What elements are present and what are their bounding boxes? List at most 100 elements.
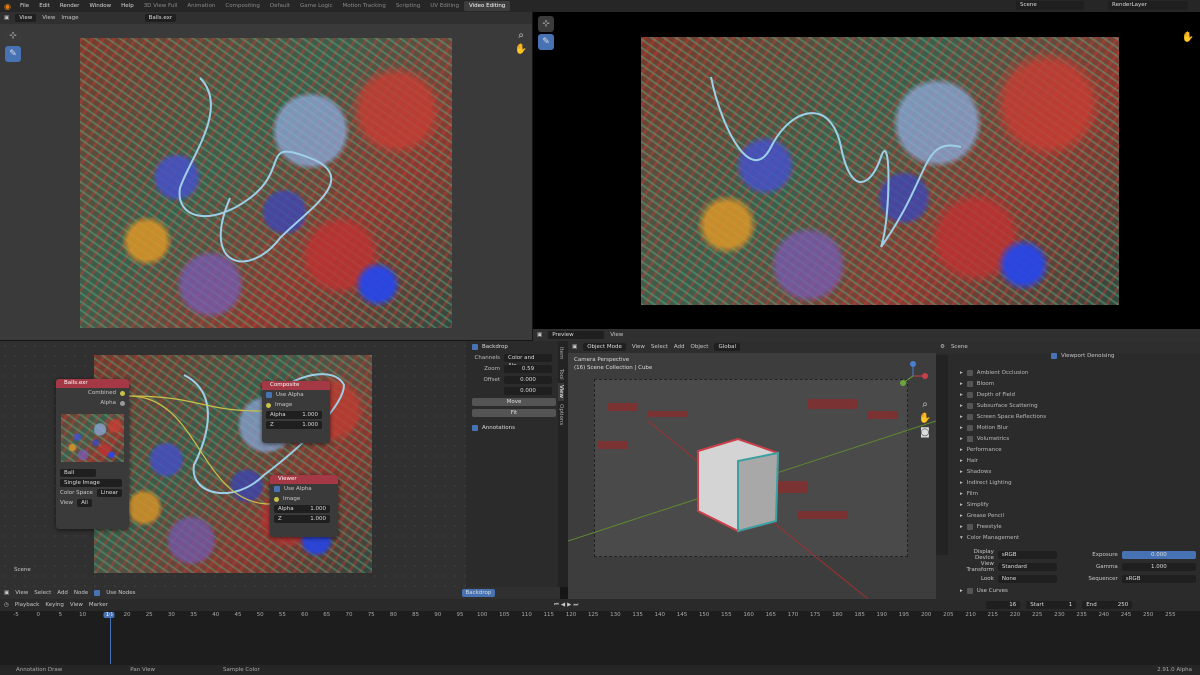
look-dropdown[interactable]: None	[997, 575, 1057, 583]
view-dropdown[interactable]: View	[15, 14, 37, 22]
editor-type-icon[interactable]: ▣	[537, 332, 542, 338]
display-device-dropdown[interactable]: sRGB	[997, 551, 1057, 559]
menu-file[interactable]: File	[15, 3, 34, 9]
socket-icon[interactable]	[120, 390, 125, 396]
scene-name-field[interactable]: Scene	[1016, 1, 1084, 10]
chevron-right-icon[interactable]: ▸	[960, 414, 963, 420]
zoom-icon[interactable]: ⌕	[514, 30, 528, 41]
section-panel[interactable]: ▸ Subsurface Scattering	[954, 400, 1194, 411]
section-panel[interactable]: ▸ Simplify	[954, 499, 1194, 510]
view-dropdown[interactable]: All	[77, 499, 92, 507]
socket-icon[interactable]	[274, 496, 279, 502]
alpha-field[interactable]: Alpha 1.000	[274, 505, 330, 513]
chevron-right-icon[interactable]: ▸	[960, 588, 963, 594]
playback-controls-icon[interactable]: ⏮◀▶⏭	[554, 602, 580, 609]
chevron-right-icon[interactable]: ▸	[960, 392, 963, 398]
menu-help[interactable]: Help	[116, 3, 139, 9]
editor-type-icon[interactable]: ◷	[4, 602, 9, 608]
menu-image[interactable]: Image	[61, 15, 78, 21]
chevron-right-icon[interactable]: ▸	[960, 381, 963, 387]
scene-selector[interactable]: Scene	[1016, 1, 1084, 11]
sample-tool-icon[interactable]: ⊹	[5, 28, 21, 44]
socket-icon[interactable]	[120, 400, 125, 406]
section-panel[interactable]: ▸ Motion Blur	[954, 422, 1194, 433]
color-space-dropdown[interactable]: Linear	[96, 489, 122, 497]
section-panel[interactable]: ▸ Volumetrics	[954, 433, 1194, 444]
menu-window[interactable]: Window	[84, 3, 116, 9]
camera-icon[interactable]: ◙	[918, 427, 932, 438]
section-panel[interactable]: ▸ Bloom	[954, 378, 1194, 389]
pan-hand-icon[interactable]: ✋	[514, 44, 528, 55]
pan-hand-icon[interactable]: ✋	[1181, 32, 1195, 43]
current-frame-field[interactable]: 16	[986, 601, 1021, 609]
chevron-right-icon[interactable]: ▸	[960, 447, 963, 453]
node-editor[interactable]: Balls.exr Combined Alpha Ball Single Ima…	[0, 341, 466, 587]
tab-view[interactable]: View	[558, 383, 564, 401]
section-panel[interactable]: ▸ Grease Pencil	[954, 510, 1194, 521]
annotate-tool-icon[interactable]: ✎	[538, 34, 554, 50]
editor-type-icon[interactable]: ▣	[4, 590, 9, 596]
checkbox-icon[interactable]	[966, 402, 973, 409]
offset-y-field[interactable]: 0.000	[504, 386, 552, 395]
checkbox-icon[interactable]	[966, 424, 973, 431]
tab-workspace[interactable]: Default	[265, 1, 295, 11]
menu-view[interactable]: View	[15, 590, 28, 596]
editor-type-icon[interactable]: ▣	[4, 15, 9, 21]
properties-tabs[interactable]	[936, 355, 948, 555]
zoom-field[interactable]: 0.59	[504, 364, 552, 373]
checkbox-icon[interactable]	[966, 380, 973, 387]
viewlayer-selector[interactable]: RenderLayer	[1108, 1, 1188, 11]
move-button[interactable]: Move	[472, 397, 556, 406]
section-panel[interactable]: ▸ Film	[954, 488, 1194, 499]
alpha-field[interactable]: Alpha 1.000	[266, 411, 322, 419]
blender-logo-icon[interactable]: ◉	[4, 2, 11, 11]
playhead[interactable]	[110, 612, 111, 664]
tab-workspace[interactable]: UV Editing	[425, 1, 464, 11]
tab-workspace-active[interactable]: Video Editing	[463, 1, 511, 11]
sequencer-dropdown[interactable]: sRGB	[1121, 575, 1196, 583]
start-frame-field[interactable]: Start 1	[1026, 601, 1077, 609]
menu-view[interactable]: View	[610, 332, 623, 338]
chevron-right-icon[interactable]: ▸	[960, 370, 963, 376]
chevron-right-icon[interactable]: ▸	[960, 502, 963, 508]
preview-dropdown[interactable]: Preview	[548, 331, 605, 339]
checkbox-icon[interactable]	[266, 392, 272, 398]
menu-edit[interactable]: Edit	[34, 3, 55, 9]
chevron-right-icon[interactable]: ▸	[960, 491, 963, 497]
z-field[interactable]: Z 1.000	[266, 421, 322, 429]
checkbox-icon[interactable]	[472, 343, 478, 350]
checkbox-icon[interactable]	[274, 486, 280, 492]
checkbox-icon[interactable]	[966, 523, 973, 530]
chevron-right-icon[interactable]: ▸	[960, 480, 963, 486]
fit-button[interactable]: Fit	[472, 408, 556, 417]
view-transform-dropdown[interactable]: Standard	[997, 563, 1057, 571]
image-name-field[interactable]: Balls.exr	[144, 14, 177, 22]
chevron-right-icon[interactable]: ▸	[960, 458, 963, 464]
image-datablock-field[interactable]: Ball	[60, 469, 96, 477]
tab-workspace[interactable]: Compositing	[220, 1, 264, 11]
section-panel[interactable]: ▸ Indirect Lighting	[954, 477, 1194, 488]
menu-marker[interactable]: Marker	[89, 602, 108, 608]
annotate-tool-icon[interactable]: ✎	[5, 46, 21, 62]
view-layer-field[interactable]: RenderLayer	[1108, 1, 1188, 10]
chevron-right-icon[interactable]: ▸	[960, 436, 963, 442]
sample-tool-icon[interactable]: ⊹	[538, 16, 554, 32]
menu-view[interactable]: View	[42, 15, 55, 21]
checkbox-icon[interactable]	[966, 588, 973, 594]
image-node[interactable]: Balls.exr Combined Alpha Ball Single Ima…	[56, 379, 129, 529]
menu-select[interactable]: Select	[34, 590, 51, 596]
section-panel[interactable]: ▸ Screen Space Reflections	[954, 411, 1194, 422]
checkbox-icon[interactable]	[966, 369, 973, 376]
checkbox-icon[interactable]	[1051, 353, 1057, 359]
3d-viewport[interactable]: ▣ Object Mode View Select Add Object Glo…	[568, 341, 936, 599]
chevron-right-icon[interactable]: ▸	[960, 524, 963, 530]
menu-view[interactable]: View	[70, 602, 83, 608]
viewer-node[interactable]: Viewer Use Alpha Image Alpha 1.000 Z 1.000	[270, 475, 338, 537]
section-panel[interactable]: ▸ Shadows	[954, 466, 1194, 477]
tab-options[interactable]: Options	[558, 401, 564, 429]
menu-add[interactable]: Add	[57, 590, 68, 596]
tab-workspace[interactable]: Game Logic	[295, 1, 338, 11]
gamma-field[interactable]: 1.000	[1121, 563, 1196, 571]
menu-keying[interactable]: Keying	[45, 602, 63, 608]
zoom-icon[interactable]: ⌕	[918, 399, 932, 410]
